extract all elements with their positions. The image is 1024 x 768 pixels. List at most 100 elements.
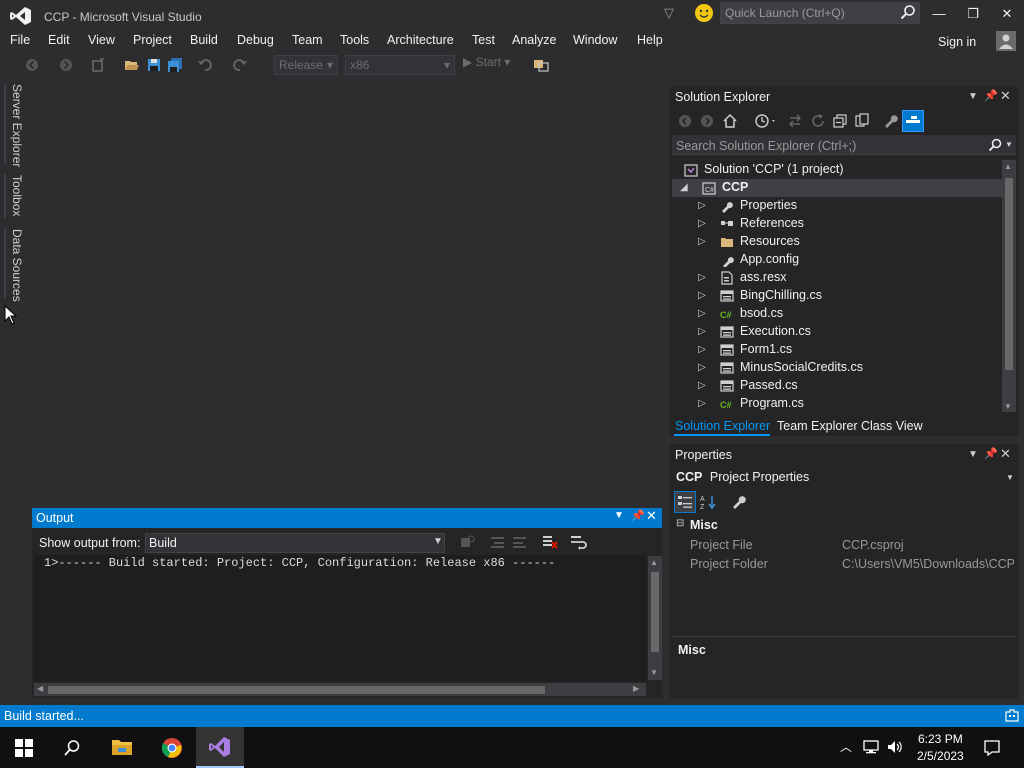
tree-item-bsod-cs[interactable]: ▷ C# bsod.cs xyxy=(672,305,1002,323)
close-button[interactable]: ✕ xyxy=(990,0,1024,30)
browser-link-icon[interactable] xyxy=(533,57,549,73)
restore-button[interactable]: ❐ xyxy=(956,0,990,30)
se-pin-icon[interactable]: 📌 xyxy=(984,89,998,102)
account-icon[interactable] xyxy=(996,31,1016,51)
menu-analyze[interactable]: Analyze xyxy=(512,33,556,47)
tree-item-program-cs[interactable]: ▷ C# Program.cs xyxy=(672,395,1002,413)
open-file-icon[interactable] xyxy=(124,57,140,73)
menu-file[interactable]: File xyxy=(10,33,30,47)
collapsed-arrow-icon[interactable]: ▷ xyxy=(698,290,706,301)
taskbar-clock-date[interactable]: 2/5/2023 xyxy=(917,749,964,763)
tab-data-sources[interactable]: Data Sources xyxy=(8,229,24,302)
word-wrap-icon[interactable] xyxy=(570,534,588,550)
windows-start-icon[interactable] xyxy=(15,739,33,757)
save-icon[interactable] xyxy=(146,57,162,73)
output-close-icon[interactable]: ✕ xyxy=(646,508,657,524)
taskbar-search-icon[interactable] xyxy=(63,739,81,757)
save-all-icon[interactable] xyxy=(167,57,183,73)
property-value[interactable]: CCP.csproj xyxy=(842,538,904,557)
pending-changes-filter-icon[interactable] xyxy=(754,113,778,129)
chevron-down-icon[interactable]: ▼ xyxy=(1006,473,1014,482)
taskbar-clock-time[interactable]: 6:23 PM xyxy=(918,732,963,746)
se-forward-icon[interactable] xyxy=(700,114,714,128)
scroll-down-icon[interactable]: ▼ xyxy=(650,668,658,677)
sign-in-link[interactable]: Sign in xyxy=(938,35,976,49)
category-collapse-icon[interactable]: ⊟ xyxy=(676,518,684,529)
refresh-icon[interactable] xyxy=(810,113,826,129)
props-close-icon[interactable]: ✕ xyxy=(1000,446,1011,462)
tree-item-passed-cs[interactable]: ▷ Passed.cs xyxy=(672,377,1002,395)
find-message-icon[interactable] xyxy=(460,535,476,549)
show-hidden-icons-chevron-icon[interactable]: ︿ xyxy=(840,738,852,755)
output-pin-icon[interactable]: 📌 xyxy=(631,509,645,522)
sync-active-document-icon[interactable] xyxy=(788,113,802,129)
minimize-button[interactable]: — xyxy=(922,0,956,30)
collapsed-arrow-icon[interactable]: ▷ xyxy=(698,272,706,283)
scroll-up-icon[interactable]: ▲ xyxy=(1004,162,1012,171)
collapsed-arrow-icon[interactable]: ▷ xyxy=(698,344,706,355)
tab-class-view[interactable]: Class View xyxy=(861,419,923,433)
scroll-up-icon[interactable]: ▲ xyxy=(650,558,658,567)
scroll-left-icon[interactable]: ◀ xyxy=(37,684,43,693)
output-source-select[interactable] xyxy=(145,533,445,553)
previous-message-icon[interactable] xyxy=(490,535,506,549)
search-icon[interactable] xyxy=(988,138,1002,152)
new-project-icon[interactable] xyxy=(90,57,106,73)
tree-item-resources[interactable]: ▷ Resources xyxy=(672,233,1002,251)
tree-item-project[interactable]: ◢ C# CCP xyxy=(672,179,1002,197)
chrome-icon[interactable] xyxy=(161,737,183,759)
tree-item-minussocialcredits-cs[interactable]: ▷ MinusSocialCredits.cs xyxy=(672,359,1002,377)
menu-architecture[interactable]: Architecture xyxy=(387,33,454,47)
menu-debug[interactable]: Debug xyxy=(237,33,274,47)
taskbar-visual-studio-button[interactable] xyxy=(196,727,244,768)
next-message-icon[interactable] xyxy=(512,535,528,549)
volume-icon[interactable] xyxy=(886,739,904,755)
output-vertical-scroll-thumb[interactable] xyxy=(651,572,659,652)
start-debugging-button[interactable]: ▶ Start ▾ xyxy=(463,55,510,69)
network-icon[interactable] xyxy=(862,739,880,755)
menu-project[interactable]: Project xyxy=(133,33,172,47)
navigate-forward-icon[interactable] xyxy=(58,57,74,73)
tree-item-properties[interactable]: ▷ Properties xyxy=(672,197,1002,215)
clear-all-icon[interactable] xyxy=(542,534,558,550)
collapsed-arrow-icon[interactable]: ▷ xyxy=(698,200,706,211)
tree-item-ass-resx[interactable]: ▷ ass.resx xyxy=(672,269,1002,287)
menu-test[interactable]: Test xyxy=(472,33,495,47)
menu-tools[interactable]: Tools xyxy=(340,33,369,47)
output-text-area[interactable] xyxy=(34,555,646,681)
tab-team-explorer[interactable]: Team Explorer xyxy=(777,419,858,433)
solution-explorer-scroll-thumb[interactable] xyxy=(1005,178,1013,370)
property-pages-wrench-icon[interactable] xyxy=(730,494,746,510)
scroll-down-icon[interactable]: ▼ xyxy=(1004,402,1012,411)
undo-icon[interactable] xyxy=(197,57,213,73)
editor-area[interactable] xyxy=(30,85,666,497)
menu-view[interactable]: View xyxy=(88,33,115,47)
tree-item-solution[interactable]: Solution 'CCP' (1 project) xyxy=(672,161,1002,179)
solution-platform-combo[interactable]: x86 ▾ xyxy=(345,55,455,75)
redo-icon[interactable] xyxy=(232,57,248,73)
properties-object-selector[interactable]: CCP Project Properties xyxy=(676,470,809,484)
collapsed-arrow-icon[interactable]: ▷ xyxy=(698,398,706,409)
notifications-icon[interactable] xyxy=(1004,709,1020,723)
tab-solution-explorer[interactable]: Solution Explorer xyxy=(675,419,770,433)
props-window-menu-icon[interactable]: ▼ xyxy=(968,449,978,460)
collapsed-arrow-icon[interactable]: ▷ xyxy=(698,218,706,229)
collapsed-arrow-icon[interactable]: ▷ xyxy=(698,236,706,247)
collapsed-arrow-icon[interactable]: ▷ xyxy=(698,362,706,373)
menu-help[interactable]: Help xyxy=(637,33,663,47)
se-back-icon[interactable] xyxy=(678,114,692,128)
output-window-menu-icon[interactable]: ▼ xyxy=(614,510,624,521)
tree-item-app-config[interactable]: App.config xyxy=(672,251,1002,269)
action-center-icon[interactable] xyxy=(983,739,1001,757)
solution-configuration-combo[interactable]: Release ▾ xyxy=(274,55,338,75)
preview-selected-items-button[interactable] xyxy=(902,110,924,132)
props-pin-icon[interactable]: 📌 xyxy=(984,447,998,460)
file-explorer-icon[interactable] xyxy=(111,737,133,757)
search-options-icon[interactable]: ▼ xyxy=(1005,140,1013,149)
menu-build[interactable]: Build xyxy=(190,33,218,47)
home-icon[interactable] xyxy=(722,113,738,129)
search-icon[interactable] xyxy=(900,4,916,20)
alphabetical-sort-icon[interactable]: AZ xyxy=(700,494,718,510)
properties-wrench-icon[interactable] xyxy=(882,113,898,129)
menu-edit[interactable]: Edit xyxy=(48,33,70,47)
